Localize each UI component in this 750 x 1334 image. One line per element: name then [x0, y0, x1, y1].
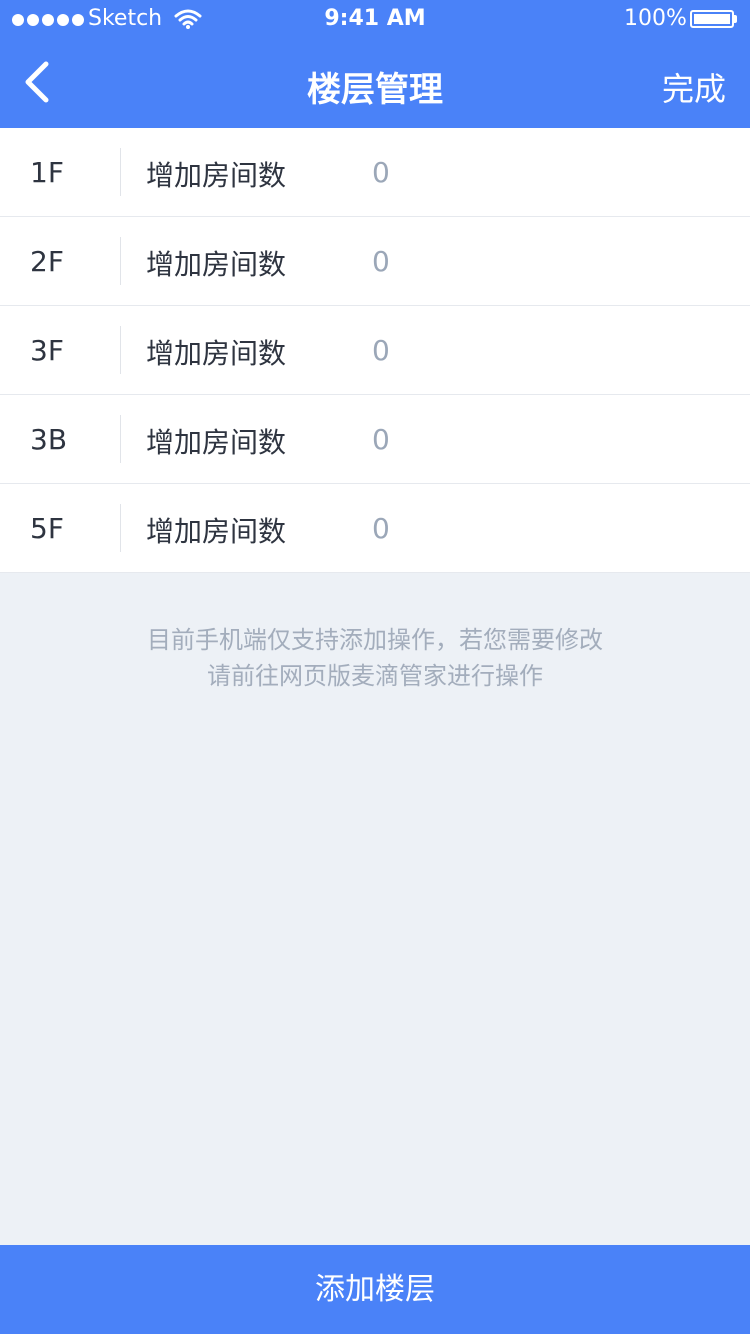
floor-label: 3B: [30, 423, 68, 456]
floor-row-5f[interactable]: 5F 增加房间数 0: [0, 484, 750, 573]
add-rooms-label: 增加房间数: [146, 515, 287, 548]
battery-tip: [734, 15, 737, 23]
add-rooms-label: 增加房间数: [146, 337, 287, 370]
floor-row-2f[interactable]: 2F 增加房间数 0: [0, 217, 750, 306]
divider: [120, 504, 121, 552]
add-rooms-label: 增加房间数: [146, 159, 287, 192]
add-rooms-label: 增加房间数: [146, 426, 287, 459]
divider: [120, 148, 121, 196]
room-count-input[interactable]: 0: [372, 512, 390, 545]
navigation-bar: Sketch 9:41 AM 100% 楼层管理 完成: [0, 0, 750, 128]
page-title: 楼层管理: [307, 70, 443, 110]
divider: [120, 415, 121, 463]
battery-percentage: 100%: [624, 6, 687, 31]
info-note-line-2: 请前往网页版麦滴管家进行操作: [207, 662, 543, 690]
floor-row-1f[interactable]: 1F 增加房间数 0: [0, 128, 750, 217]
add-rooms-label: 增加房间数: [146, 248, 287, 281]
divider: [120, 326, 121, 374]
add-floor-button[interactable]: 添加楼层: [0, 1245, 750, 1334]
floor-row-3f[interactable]: 3F 增加房间数 0: [0, 306, 750, 395]
floor-list: 1F 增加房间数 0 2F 增加房间数 0 3F 增加房间数 0 3B 增加房间…: [0, 128, 750, 573]
info-note-line-1: 目前手机端仅支持添加操作，若您需要修改: [147, 626, 603, 654]
room-count-input[interactable]: 0: [372, 423, 390, 456]
status-bar: Sketch 9:41 AM 100%: [0, 0, 750, 40]
battery-icon: [690, 10, 734, 28]
divider: [120, 237, 121, 285]
floor-row-3b[interactable]: 3B 增加房间数 0: [0, 395, 750, 484]
floor-label: 1F: [30, 156, 64, 189]
room-count-input[interactable]: 0: [372, 156, 390, 189]
floor-label: 3F: [30, 334, 64, 367]
done-button[interactable]: 完成: [662, 64, 726, 110]
floor-label: 2F: [30, 245, 64, 278]
room-count-input[interactable]: 0: [372, 334, 390, 367]
room-count-input[interactable]: 0: [372, 245, 390, 278]
info-note: 目前手机端仅支持添加操作，若您需要修改 请前往网页版麦滴管家进行操作: [0, 622, 750, 694]
floor-label: 5F: [30, 512, 64, 545]
